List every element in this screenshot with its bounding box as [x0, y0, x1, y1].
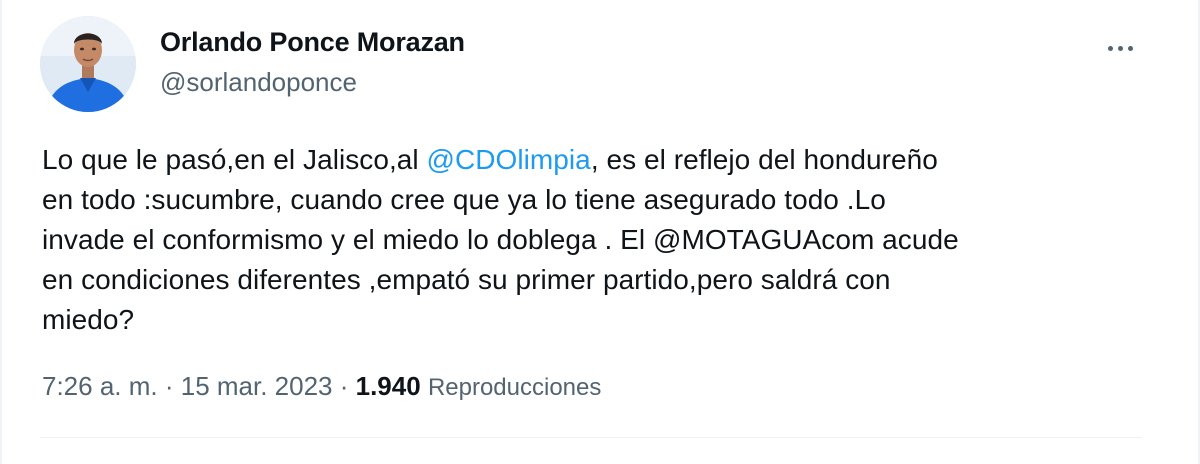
tweet-text-line: en condiciones diferentes ,empató su pri… [42, 264, 891, 295]
tweet-meta: 7:26 a. m. · 15 mar. 2023 · 1.940 Reprod… [42, 368, 601, 406]
tweet-text: Lo que le pasó,en el Jalisco,al @CDOlimp… [42, 140, 1152, 340]
mention-link-cdolimpia[interactable]: @CDOlimpia [427, 144, 591, 175]
profile-photo-icon [40, 16, 136, 112]
tweet-text-line: en todo :sucumbre, cuando cree que ya lo… [42, 184, 886, 215]
tweet-text-line: miedo? [42, 304, 135, 335]
views-count[interactable]: 1.940 [356, 371, 421, 401]
views-label[interactable]: Reproducciones [428, 374, 601, 401]
tweet-time[interactable]: 7:26 a. m. [42, 371, 158, 401]
divider [40, 437, 1142, 438]
author-handle[interactable]: @sorlandoponce [160, 66, 465, 98]
tweet-header: Orlando Ponce Morazan @sorlandoponce [40, 16, 1150, 112]
author-display-name[interactable]: Orlando Ponce Morazan [160, 26, 465, 58]
tweet-text-segment: , es el reflejo del hondureño [590, 144, 938, 175]
tweet-date[interactable]: 15 mar. 2023 [181, 371, 333, 401]
more-options-icon[interactable] [1100, 38, 1140, 58]
meta-separator: · [332, 371, 356, 401]
tweet-text-line: invade el conformismo y el miedo lo dobl… [42, 224, 959, 255]
avatar[interactable] [40, 16, 136, 112]
tweet-text-line: Lo que le pasó,en el Jalisco,al @CDOlimp… [42, 140, 1152, 180]
author-names: Orlando Ponce Morazan @sorlandoponce [160, 26, 465, 98]
meta-separator: · [157, 371, 181, 401]
tweet-text-segment: Lo que le pasó,en el Jalisco,al [42, 144, 427, 175]
tweet-card: Orlando Ponce Morazan @sorlandoponce Lo … [0, 0, 1200, 464]
